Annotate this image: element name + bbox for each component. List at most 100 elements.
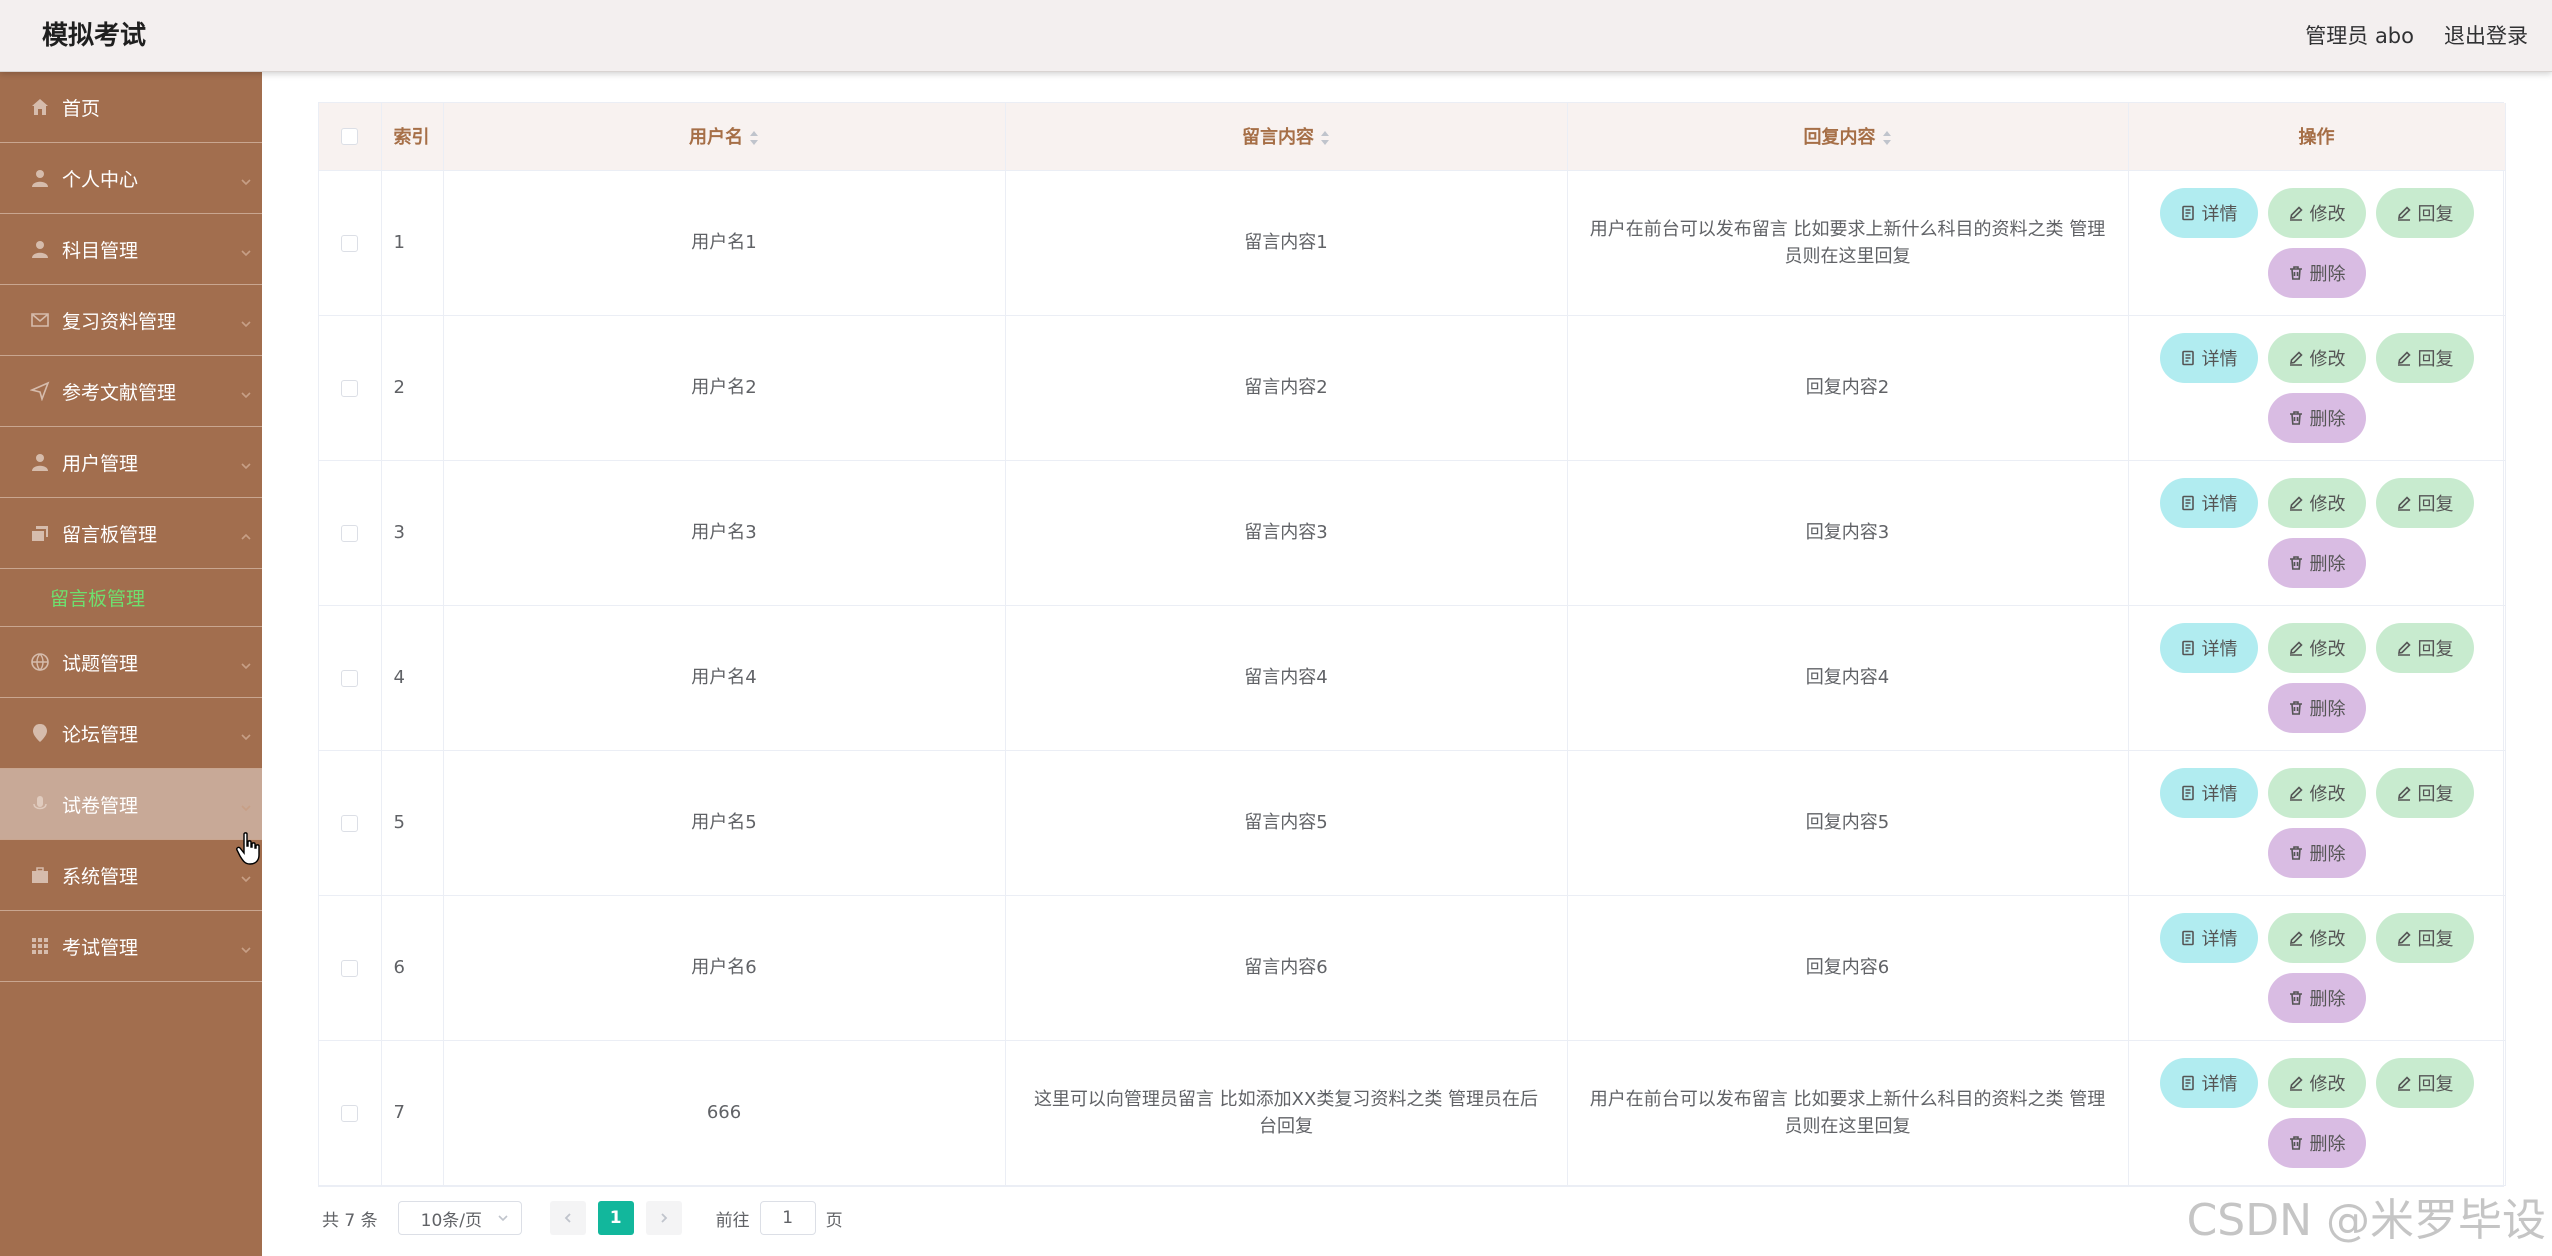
pencil-icon: [2289, 495, 2303, 511]
edit-button-label: 修改: [2309, 783, 2346, 804]
detail-button[interactable]: 详情: [2159, 912, 2258, 963]
cell-username: 用户名1: [443, 170, 1006, 316]
sidebar-item-2[interactable]: 科目管理: [0, 214, 262, 285]
pencil-icon: [2397, 495, 2411, 511]
pencil-icon: [2289, 205, 2303, 221]
sidebar-item-label: 系统管理: [62, 865, 139, 888]
cell-username: 用户名2: [443, 315, 1006, 461]
delete-button-label: 删除: [2309, 698, 2346, 719]
sort-icon[interactable]: [1882, 129, 1892, 147]
row-checkbox[interactable]: [341, 524, 359, 542]
header-reply[interactable]: 回复内容: [1567, 103, 2129, 171]
header-username-label: 用户名: [689, 127, 743, 149]
page-number-current[interactable]: 1: [597, 1201, 634, 1235]
reply-button[interactable]: 回复: [2375, 332, 2474, 383]
sidebar-item-6[interactable]: 留言板管理: [0, 498, 262, 569]
delete-button[interactable]: 删除: [2267, 1117, 2366, 1168]
select-all-checkbox[interactable]: [341, 128, 359, 146]
detail-button[interactable]: 详情: [2159, 1057, 2258, 1108]
delete-button[interactable]: 删除: [2267, 392, 2366, 443]
reply-button[interactable]: 回复: [2375, 767, 2474, 818]
cell-reply: 回复内容3: [1567, 460, 2129, 606]
table-header-row: 索引 用户名 留言内容 回复内容 操作: [319, 103, 2506, 171]
home-icon: [30, 97, 50, 117]
row-checkbox[interactable]: [341, 1104, 359, 1122]
cell-actions: 详情 修改 回复 删除: [2128, 460, 2506, 606]
sidebar-item-1[interactable]: 个人中心: [0, 143, 262, 214]
next-page-button[interactable]: [645, 1201, 682, 1235]
pencil-icon: [2289, 640, 2303, 656]
sidebar-item-label: 参考文献管理: [62, 381, 177, 404]
pencil-icon: [2397, 205, 2411, 221]
sidebar-item-5[interactable]: 用户管理: [0, 427, 262, 498]
sidebar-item-8[interactable]: 论坛管理: [0, 698, 262, 769]
sidebar-item-label: 试题管理: [62, 652, 139, 675]
sort-icon[interactable]: [749, 129, 759, 147]
document-icon: [2181, 640, 2194, 655]
cell-reply: 回复内容4: [1567, 605, 2129, 751]
reply-button[interactable]: 回复: [2375, 477, 2474, 528]
total-count: 共 7 条: [322, 1210, 378, 1231]
reply-button[interactable]: 回复: [2375, 622, 2474, 673]
edit-button[interactable]: 修改: [2267, 477, 2366, 528]
cell-index: 7: [381, 1040, 444, 1186]
row-checkbox[interactable]: [341, 669, 359, 687]
delete-button[interactable]: 删除: [2267, 827, 2366, 878]
edit-button[interactable]: 修改: [2267, 622, 2366, 673]
chevron-down-icon: [240, 797, 252, 812]
sort-icon[interactable]: [1320, 129, 1330, 147]
sidebar-item-3[interactable]: 复习资料管理: [0, 285, 262, 356]
row-select-cell: [319, 1040, 382, 1186]
delete-button[interactable]: 删除: [2267, 682, 2366, 733]
edit-button[interactable]: 修改: [2267, 912, 2366, 963]
delete-button[interactable]: 删除: [2267, 972, 2366, 1023]
trash-icon: [2289, 265, 2302, 280]
edit-button-label: 修改: [2309, 1073, 2346, 1094]
header-username[interactable]: 用户名: [443, 103, 1006, 171]
reply-button[interactable]: 回复: [2375, 1057, 2474, 1108]
detail-button[interactable]: 详情: [2159, 622, 2258, 673]
detail-button[interactable]: 详情: [2159, 332, 2258, 383]
trash-icon: [2289, 410, 2302, 425]
reply-button[interactable]: 回复: [2375, 187, 2474, 238]
cell-actions: 详情 修改 回复删除: [2128, 750, 2506, 896]
row-checkbox[interactable]: [341, 959, 359, 977]
page-size-select[interactable]: 10条/页: [397, 1201, 522, 1235]
sidebar-item-11[interactable]: 考试管理: [0, 911, 262, 982]
sidebar-item-9[interactable]: 试卷管理: [0, 769, 262, 840]
delete-button[interactable]: 删除: [2267, 537, 2366, 588]
detail-button[interactable]: 详情: [2159, 767, 2258, 818]
sidebar-item-10[interactable]: 系统管理: [0, 840, 262, 911]
sidebar-item-label: 首页: [62, 97, 101, 120]
edit-button[interactable]: 修改: [2267, 767, 2366, 818]
edit-button[interactable]: 修改: [2267, 332, 2366, 383]
header-content[interactable]: 留言内容: [1005, 103, 1568, 171]
cell-username: 用户名6: [443, 895, 1006, 1041]
reply-button-label: 回复: [2417, 783, 2454, 804]
admin-user-label[interactable]: 管理员 abo: [2305, 0, 2414, 72]
row-checkbox[interactable]: [341, 814, 359, 832]
pencil-icon: [2397, 350, 2411, 366]
sidebar-item-4[interactable]: 参考文献管理: [0, 356, 262, 427]
sidebar-item-label: 考试管理: [62, 936, 139, 959]
detail-button[interactable]: 详情: [2159, 187, 2258, 238]
edit-button[interactable]: 修改: [2267, 1057, 2366, 1108]
row-checkbox[interactable]: [341, 379, 359, 397]
trash-icon: [2289, 555, 2302, 570]
row-checkbox[interactable]: [341, 234, 359, 252]
edit-button[interactable]: 修改: [2267, 187, 2366, 238]
prev-page-button[interactable]: [549, 1201, 586, 1235]
goto-page-input[interactable]: [759, 1201, 816, 1235]
edit-button-label: 修改: [2309, 638, 2346, 659]
sidebar-item-7[interactable]: 试题管理: [0, 627, 262, 698]
chevron-down-icon: [240, 868, 252, 883]
sidebar-item-label: 留言板管理: [62, 523, 158, 546]
reply-button-label: 回复: [2417, 638, 2454, 659]
delete-button[interactable]: 删除: [2267, 247, 2366, 298]
sidebar-submenu-message-board[interactable]: 留言板管理: [0, 569, 262, 627]
reply-button[interactable]: 回复: [2375, 912, 2474, 963]
logout-link[interactable]: 退出登录: [2444, 0, 2528, 72]
sidebar-item-0[interactable]: 首页: [0, 72, 262, 143]
document-icon: [2181, 785, 2194, 800]
detail-button[interactable]: 详情: [2159, 477, 2258, 528]
